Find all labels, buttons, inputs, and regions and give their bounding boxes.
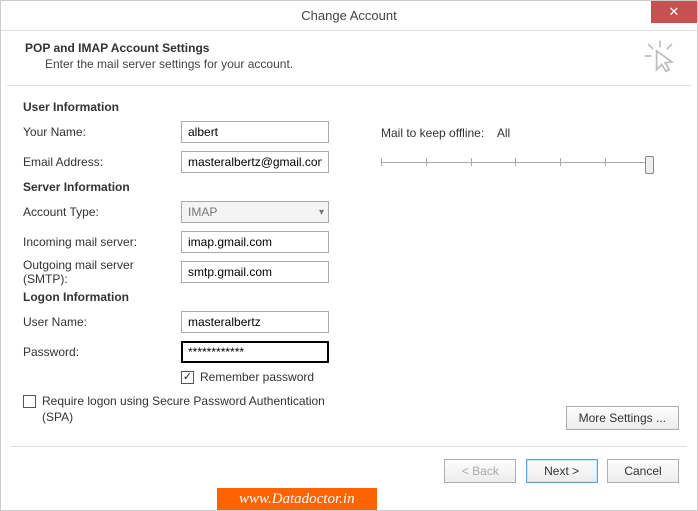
input-username[interactable] <box>181 311 329 333</box>
label-email: Email Address: <box>23 155 181 169</box>
checkbox-spa[interactable] <box>23 395 36 408</box>
label-username: User Name: <box>23 315 181 329</box>
more-settings-button[interactable]: More Settings ... <box>566 406 679 430</box>
row-account-type: Account Type: IMAP ▾ <box>23 200 679 224</box>
slider-thumb[interactable] <box>645 156 654 174</box>
mail-offline-line: Mail to keep offline: All <box>381 126 651 140</box>
right-panel: Mail to keep offline: All <box>381 126 651 174</box>
section-server-info: Server Information <box>23 180 679 194</box>
back-button: < Back <box>444 459 516 483</box>
form-body: User Information Your Name: Email Addres… <box>1 86 697 446</box>
cancel-button[interactable]: Cancel <box>607 459 679 483</box>
value-mail-offline: All <box>497 126 510 140</box>
row-remember: ✓ Remember password <box>181 370 679 384</box>
check-icon: ✓ <box>183 372 192 383</box>
input-outgoing[interactable] <box>181 261 329 283</box>
next-button[interactable]: Next > <box>526 459 598 483</box>
section-user-info: User Information <box>23 100 679 114</box>
more-settings-wrap: More Settings ... <box>566 406 679 430</box>
close-icon: ✕ <box>669 4 680 20</box>
brand-bar: www.Datadoctor.in <box>217 488 377 510</box>
header-panel: POP and IMAP Account Settings Enter the … <box>7 31 691 86</box>
slider-mail-offline[interactable] <box>381 154 651 174</box>
label-mail-offline: Mail to keep offline: <box>381 126 484 140</box>
slider-ticks <box>381 158 651 166</box>
label-outgoing: Outgoing mail server (SMTP): <box>23 258 181 286</box>
chevron-down-icon: ▾ <box>319 207 324 218</box>
row-incoming: Incoming mail server: <box>23 230 679 254</box>
label-incoming: Incoming mail server: <box>23 235 181 249</box>
label-spa: Require logon using Secure Password Auth… <box>42 394 342 425</box>
label-password: Password: <box>23 345 181 359</box>
row-username: User Name: <box>23 310 679 334</box>
label-remember: Remember password <box>200 370 314 384</box>
header-subtitle: Enter the mail server settings for your … <box>45 57 673 71</box>
label-your-name: Your Name: <box>23 125 181 139</box>
input-password[interactable] <box>181 341 329 363</box>
select-account-type-value: IMAP <box>188 205 217 219</box>
input-your-name[interactable] <box>181 121 329 143</box>
close-button[interactable]: ✕ <box>651 1 697 23</box>
header-title: POP and IMAP Account Settings <box>25 41 673 55</box>
input-incoming[interactable] <box>181 231 329 253</box>
row-outgoing: Outgoing mail server (SMTP): <box>23 260 679 284</box>
checkbox-remember[interactable]: ✓ <box>181 371 194 384</box>
cursor-click-icon <box>643 39 677 73</box>
section-logon-info: Logon Information <box>23 290 679 304</box>
window-title: Change Account <box>301 8 396 23</box>
label-account-type: Account Type: <box>23 205 181 219</box>
titlebar: Change Account ✕ <box>1 1 697 31</box>
row-password: Password: <box>23 340 679 364</box>
select-account-type: IMAP ▾ <box>181 201 329 223</box>
brand-text: www.Datadoctor.in <box>239 491 355 507</box>
input-email[interactable] <box>181 151 329 173</box>
